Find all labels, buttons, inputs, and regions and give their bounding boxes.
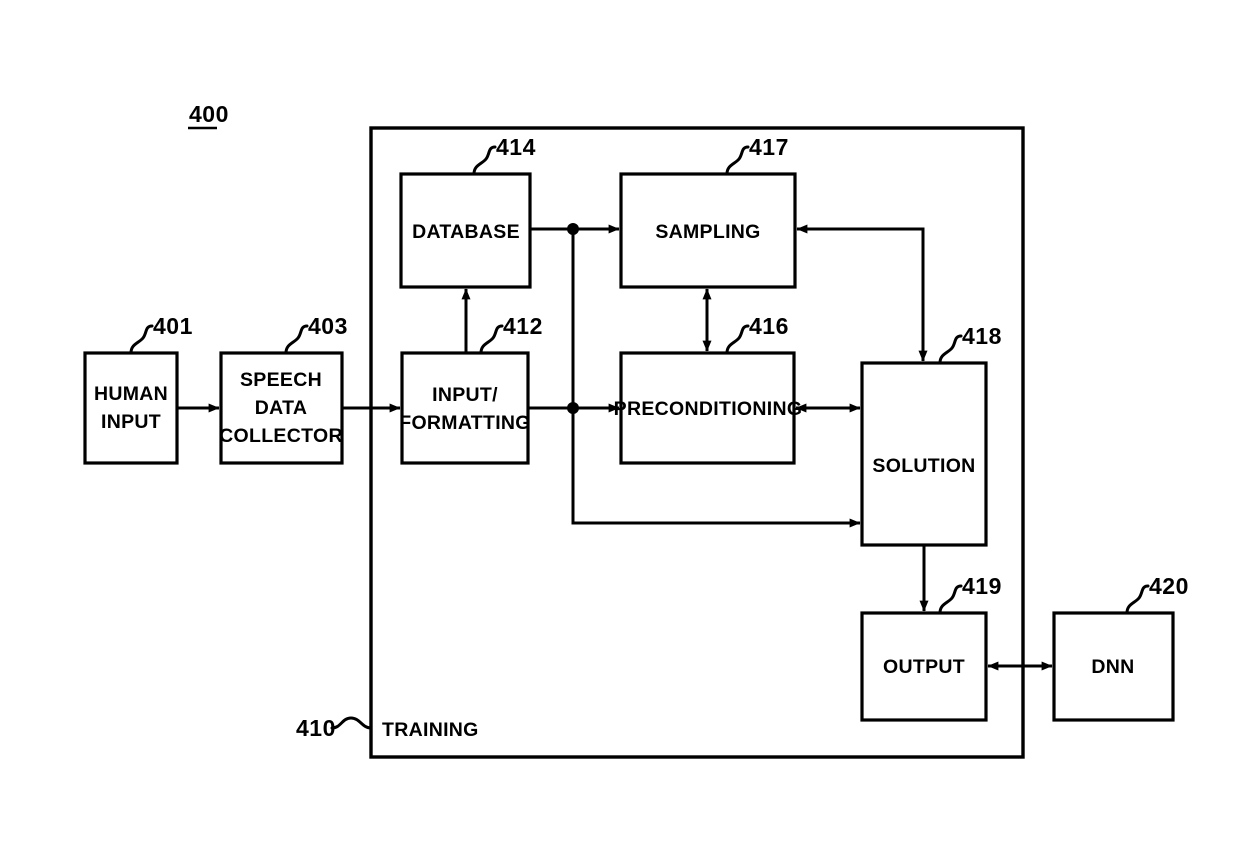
input-formatting-box[interactable] (400, 351, 530, 465)
figure-number-group: 400 (188, 101, 229, 130)
speech-collector-label-line1: SPEECH (240, 369, 322, 391)
sampling-ref-number: 417 (749, 134, 789, 160)
solution-label: SOLUTION (872, 455, 975, 477)
block-solution[interactable]: SOLUTION 418 (860, 323, 1002, 547)
training-container-label: TRAINING (382, 719, 479, 741)
speech-collector-ref-number: 403 (308, 313, 348, 339)
block-output[interactable]: OUTPUT 419 (860, 573, 1002, 722)
block-dnn[interactable]: DNN 420 (1052, 573, 1189, 722)
dnn-ref-leader (1125, 584, 1150, 615)
sampling-ref-leader (725, 145, 750, 176)
junction-dot-input-formatting-bus (567, 402, 579, 414)
block-human-input[interactable]: HUMAN INPUT 401 (83, 313, 193, 465)
block-database[interactable]: DATABASE 414 (399, 134, 536, 289)
block-sampling[interactable]: SAMPLING 417 (619, 134, 797, 289)
training-ref-number: 410 (296, 715, 336, 741)
sampling-label: SAMPLING (655, 221, 760, 243)
database-ref-leader (472, 145, 497, 176)
human-input-box[interactable] (83, 351, 179, 465)
block-speech-data-collector[interactable]: SPEECH DATA COLLECTOR 403 (219, 313, 348, 465)
dnn-ref-number: 420 (1149, 573, 1189, 599)
preconditioning-ref-number: 416 (749, 313, 789, 339)
preconditioning-ref-leader (725, 324, 750, 355)
output-label: OUTPUT (883, 656, 965, 678)
input-formatting-label-line2: FORMATTING (399, 412, 531, 434)
patent-figure-400: 400 TRAINING 410 HUMAN INPUT 401 SPEECH … (0, 0, 1240, 860)
block-input-formatting[interactable]: INPUT/ FORMATTING 412 (399, 313, 543, 465)
solution-ref-leader (938, 334, 963, 365)
solution-box[interactable] (860, 361, 988, 547)
figure-number: 400 (189, 101, 229, 127)
human-input-ref-leader (129, 324, 154, 355)
output-ref-leader (938, 584, 963, 615)
junction-dot-database-bus (567, 223, 579, 235)
preconditioning-label: PRECONDITIONING (614, 398, 803, 420)
input-formatting-ref-leader (479, 324, 504, 355)
database-ref-number: 414 (496, 134, 536, 160)
human-input-label-line1: HUMAN (94, 383, 168, 405)
human-input-ref-number: 401 (153, 313, 193, 339)
dnn-label: DNN (1091, 656, 1134, 678)
database-label: DATABASE (412, 221, 520, 243)
human-input-label-line2: INPUT (101, 411, 161, 433)
solution-ref-number: 418 (962, 323, 1002, 349)
speech-collector-label-line2: DATA (255, 397, 307, 419)
speech-collector-ref-leader (284, 324, 309, 355)
input-formatting-ref-number: 412 (503, 313, 543, 339)
speech-collector-label-line3: COLLECTOR (219, 425, 343, 447)
output-ref-number: 419 (962, 573, 1002, 599)
input-formatting-label-line1: INPUT/ (432, 384, 498, 406)
conn-solution-feedback-to-sampling (796, 224, 928, 362)
training-ref-leader (330, 716, 373, 730)
figure-canvas: 400 TRAINING 410 HUMAN INPUT 401 SPEECH … (83, 101, 1189, 759)
